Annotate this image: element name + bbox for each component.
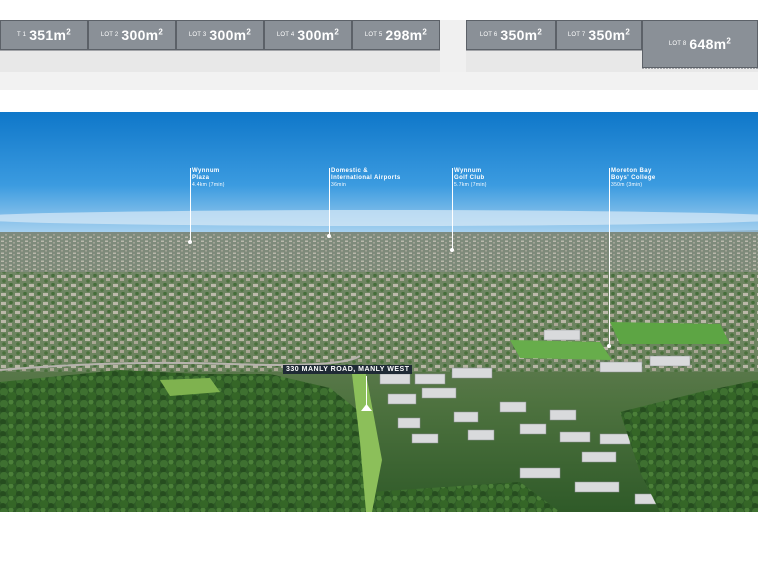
callout-line xyxy=(190,168,191,242)
address-pointer-icon xyxy=(361,404,372,411)
lot-boundaries xyxy=(0,49,758,69)
section-divider xyxy=(0,90,758,112)
location-pin-icon xyxy=(607,344,611,348)
callout-line xyxy=(329,168,330,236)
page-footer-space xyxy=(0,512,758,564)
location-pin-icon xyxy=(450,248,454,252)
callout-airports: Domestic & International Airports 36min xyxy=(331,168,401,188)
location-pin-icon xyxy=(188,240,192,244)
callout-line xyxy=(452,168,453,250)
callout-line xyxy=(609,168,610,346)
site-plan: T 1 351m2 LOT 2 300m2 LOT 3 300m2 LOT 4 … xyxy=(0,0,758,90)
address-label: 330 MANLY ROAD, MANLY WEST xyxy=(283,365,413,374)
callout-boys-college: Moreton Bay Boys' College 350m (3min) xyxy=(611,168,656,188)
callout-golf-club: Wynnum Golf Club 5.7km (7min) xyxy=(454,168,487,188)
callout-wynnum-plaza: Wynnum Plaza 4.4km (7min) xyxy=(192,168,225,188)
aerial-photo: Wynnum Plaza 4.4km (7min) Domestic & Int… xyxy=(0,112,758,512)
location-pin-icon xyxy=(327,234,331,238)
